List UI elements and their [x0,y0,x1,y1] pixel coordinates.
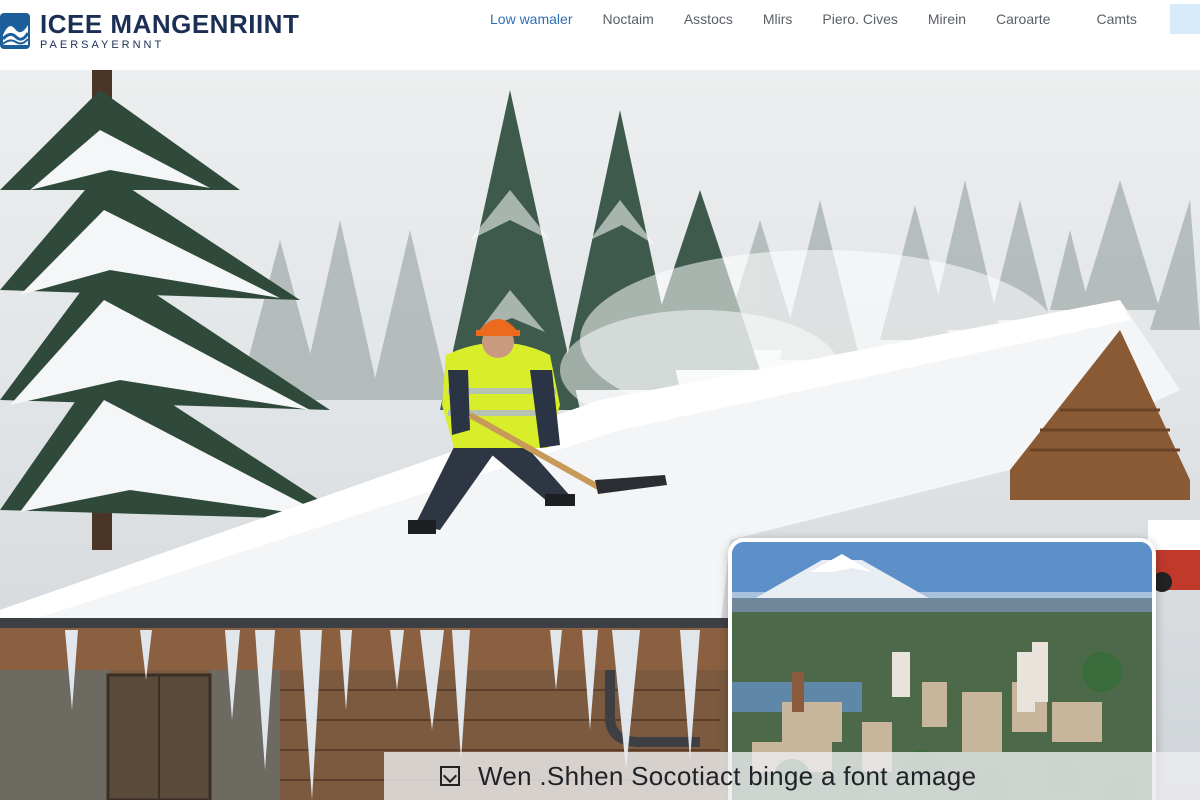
image-icon [440,766,460,786]
nav-item-mlirs[interactable]: Mlirs [763,11,793,27]
hero-image: Wen .Shhen Socotiact binge a font amage [0,70,1200,800]
nav-item-caroarte[interactable]: Caroarte [996,11,1050,27]
site-header: ICEE MANGENRIINT PAERSAYERNNT Low wamale… [0,0,1200,70]
nav-item-piero-cives[interactable]: Piero. Cives [822,11,897,27]
main-nav: Low wamaler Noctaim Asstocs Mlirs Piero.… [490,0,1137,38]
nav-item-camts[interactable]: Camts [1096,11,1136,27]
brand-logo[interactable]: ICEE MANGENRIINT PAERSAYERNNT [0,8,299,54]
brand-subtitle: PAERSAYERNNT [40,39,165,51]
nav-item-asstocs[interactable]: Asstocs [684,11,733,27]
brand-title: ICEE MANGENRIINT [40,9,300,39]
image-caption-bar: Wen .Shhen Socotiact binge a font amage [384,752,1200,800]
nav-item-noctaim[interactable]: Noctaim [602,11,653,27]
nav-item-mirein[interactable]: Mirein [928,11,966,27]
wave-mountain-logo-icon [0,13,30,49]
nav-item-low-wamaler[interactable]: Low wamaler [490,11,572,27]
caption-text: Wen .Shhen Socotiact binge a font amage [478,760,977,791]
header-cta-button[interactable] [1170,4,1200,34]
